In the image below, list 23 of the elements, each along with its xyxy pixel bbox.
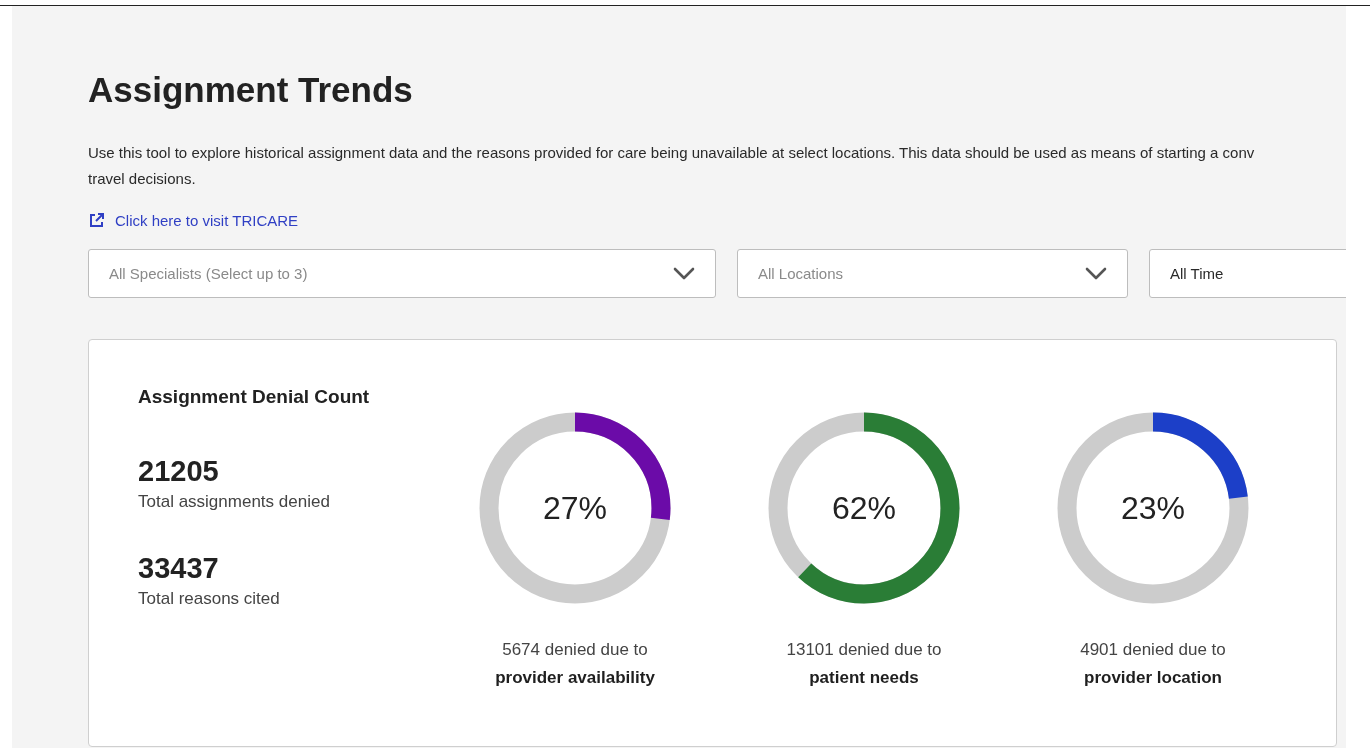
filter-dropdown[interactable]: All Time	[1149, 249, 1346, 298]
chevron-down-icon	[1085, 267, 1107, 280]
donut-percent: 62%	[832, 489, 896, 527]
stat-label: Total assignments denied	[138, 492, 331, 512]
stat-value: 21205	[138, 455, 220, 488]
donut-percent: 27%	[543, 489, 607, 527]
donut-caption: 4901 denied due to	[1080, 640, 1226, 660]
tricare-link[interactable]: Click here to visit TRICARE	[88, 212, 299, 229]
stat-label: Total reasons cited	[138, 589, 281, 609]
filter-dropdown[interactable]: All Specialists (Select up to 3)	[88, 249, 716, 298]
donut-caption: 13101 denied due to	[786, 640, 942, 660]
card-heading: Assignment Denial Count	[138, 386, 371, 408]
donut-reason: patient needs	[809, 668, 919, 688]
external-link-icon	[88, 212, 105, 229]
page-title: Assignment Trends	[88, 70, 414, 110]
chevron-down-icon	[673, 267, 695, 280]
stat-value: 33437	[138, 552, 220, 585]
donut-percent: 23%	[1121, 489, 1185, 527]
description-text: Use this tool to explore historical assignment data and the reasons provided for care being unavailable at select locations. This data should be used as means of starting a conv travel decisions.	[88, 143, 1256, 189]
donut-caption: 5674 denied due to	[502, 640, 648, 660]
donut-reason: provider location	[1084, 668, 1222, 688]
donut-reason: provider availability	[495, 668, 655, 688]
filter-dropdown[interactable]: All Locations	[737, 249, 1128, 298]
